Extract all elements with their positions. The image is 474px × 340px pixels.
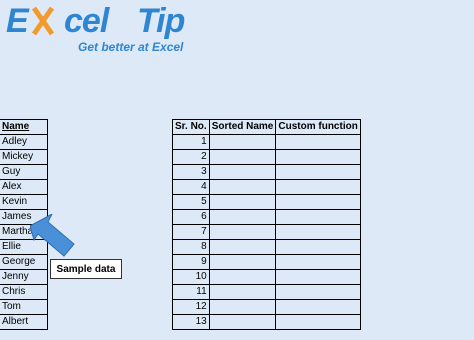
logo-letters-cel: cel xyxy=(64,2,109,40)
custom-function-cell[interactable] xyxy=(275,164,361,180)
sorted-name-cell[interactable] xyxy=(208,209,277,225)
table-row: Alex xyxy=(0,179,48,195)
logo-tagline: Get better at Excel xyxy=(78,40,184,54)
name-cell[interactable]: Albert xyxy=(0,314,48,330)
sr-no-cell[interactable]: 8 xyxy=(172,239,210,255)
custom-function-cell[interactable] xyxy=(275,224,361,240)
table-row: 2 xyxy=(172,149,361,165)
table-row: 13 xyxy=(172,314,361,330)
sorted-name-cell[interactable] xyxy=(208,299,277,315)
sr-no-cell[interactable]: 2 xyxy=(172,149,210,165)
header-sorted-name[interactable]: Sorted Name xyxy=(208,119,277,135)
name-cell[interactable]: Jenny xyxy=(0,269,48,285)
sr-no-cell[interactable]: 7 xyxy=(172,224,210,240)
sorted-name-cell[interactable] xyxy=(208,284,277,300)
table-row: 7 xyxy=(172,224,361,240)
table-row: 8 xyxy=(172,239,361,255)
logo-word-tip: Tip xyxy=(137,2,185,40)
custom-function-cell[interactable] xyxy=(275,299,361,315)
name-cell[interactable]: Guy xyxy=(0,164,48,180)
sample-data-callout: Sample data xyxy=(50,259,122,279)
table-row: Chris xyxy=(0,284,48,300)
table-row: Mickey xyxy=(0,149,48,165)
table-row: Kevin xyxy=(0,194,48,210)
custom-function-cell[interactable] xyxy=(275,284,361,300)
name-cell[interactable]: Kevin xyxy=(0,194,48,210)
table-row: 5 xyxy=(172,194,361,210)
table-row: 11 xyxy=(172,284,361,300)
sr-no-cell[interactable]: 12 xyxy=(172,299,210,315)
table-row: 12 xyxy=(172,299,361,315)
sorted-name-cell[interactable] xyxy=(208,194,277,210)
table-row: 9 xyxy=(172,254,361,270)
sr-no-cell[interactable]: 9 xyxy=(172,254,210,270)
sorted-name-cell[interactable] xyxy=(208,254,277,270)
table-row: 6 xyxy=(172,209,361,225)
sorting-table: Sr. No. Sorted Name Custom function 1234… xyxy=(172,119,361,330)
names-header-cell[interactable]: Name xyxy=(0,119,48,135)
sr-no-cell[interactable]: 1 xyxy=(172,134,210,150)
table-row: Jenny xyxy=(0,269,48,285)
table-row: Albert xyxy=(0,314,48,330)
table-row: Tom xyxy=(0,299,48,315)
sr-no-cell[interactable]: 3 xyxy=(172,164,210,180)
logo-x-mark-icon xyxy=(32,6,54,36)
custom-function-cell[interactable] xyxy=(275,149,361,165)
custom-function-cell[interactable] xyxy=(275,209,361,225)
sorted-name-cell[interactable] xyxy=(208,164,277,180)
header-sr-no[interactable]: Sr. No. xyxy=(172,119,210,135)
custom-function-cell[interactable] xyxy=(275,179,361,195)
sorted-name-cell[interactable] xyxy=(208,314,277,330)
sorted-name-cell[interactable] xyxy=(208,269,277,285)
table-row: 1 xyxy=(172,134,361,150)
custom-function-cell[interactable] xyxy=(275,134,361,150)
name-cell[interactable]: Mickey xyxy=(0,149,48,165)
sr-no-cell[interactable]: 4 xyxy=(172,179,210,195)
logo-letter-e: E xyxy=(6,2,29,40)
pointer-arrow-icon xyxy=(30,214,75,257)
sorted-name-cell[interactable] xyxy=(208,224,277,240)
sorted-name-cell[interactable] xyxy=(208,239,277,255)
table-row: 10 xyxy=(172,269,361,285)
sr-no-cell[interactable]: 11 xyxy=(172,284,210,300)
sorted-name-cell[interactable] xyxy=(208,149,277,165)
name-cell[interactable]: Tom xyxy=(0,299,48,315)
sorted-name-cell[interactable] xyxy=(208,134,277,150)
sr-no-cell[interactable]: 10 xyxy=(172,269,210,285)
custom-function-cell[interactable] xyxy=(275,254,361,270)
name-cell[interactable]: Adley xyxy=(0,134,48,150)
name-cell[interactable]: Chris xyxy=(0,284,48,300)
sr-no-cell[interactable]: 6 xyxy=(172,209,210,225)
table-row: 3 xyxy=(172,164,361,180)
header-custom-function[interactable]: Custom function xyxy=(275,119,361,135)
sr-no-cell[interactable]: 13 xyxy=(172,314,210,330)
table-row: Adley xyxy=(0,134,48,150)
custom-function-cell[interactable] xyxy=(275,194,361,210)
custom-function-cell[interactable] xyxy=(275,269,361,285)
table-row: Guy xyxy=(0,164,48,180)
name-cell[interactable]: Alex xyxy=(0,179,48,195)
custom-function-cell[interactable] xyxy=(275,239,361,255)
sr-no-cell[interactable]: 5 xyxy=(172,194,210,210)
table-row: 4 xyxy=(172,179,361,195)
custom-function-cell[interactable] xyxy=(275,314,361,330)
sorted-name-cell[interactable] xyxy=(208,179,277,195)
excel-tip-logo: E cel Tip Get better at Excel xyxy=(6,2,196,58)
